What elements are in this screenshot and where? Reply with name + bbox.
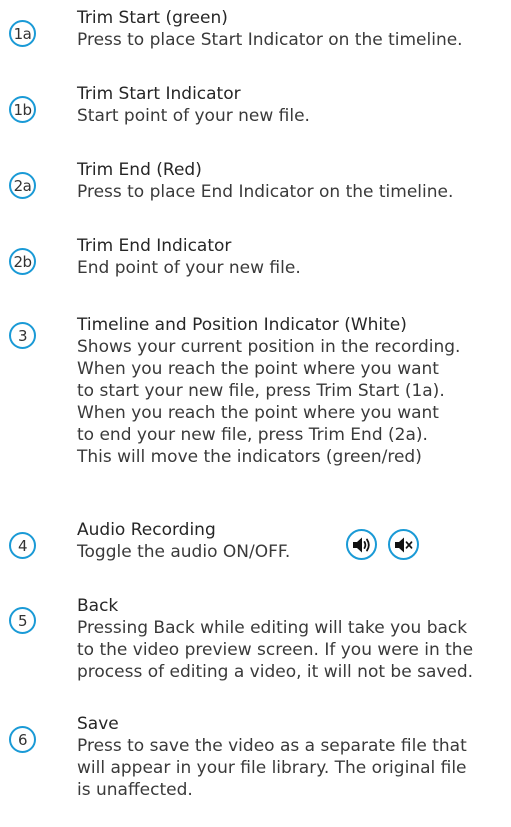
- legend-desc-line: Pressing Back while editing will take yo…: [77, 618, 468, 638]
- legend-title: Timeline and Position Indicator (White): [77, 315, 407, 335]
- legend-desc-line: is unaffected.: [77, 780, 193, 800]
- legend-desc-line: When you reach the point where you want: [77, 359, 439, 379]
- legend-desc-line: End point of your new file.: [77, 258, 301, 278]
- legend-text-4: Audio Recording Toggle the audio ON/OFF.: [77, 520, 290, 563]
- legend-desc-line: Start point of your new file.: [77, 106, 310, 126]
- legend-desc-line: Press to place End Indicator on the time…: [77, 182, 454, 202]
- legend-title: Trim End (Red): [77, 160, 202, 180]
- legend-title: Audio Recording: [77, 520, 216, 540]
- speaker-on-icon: [346, 529, 377, 560]
- legend-desc-line: Toggle the audio ON/OFF.: [77, 542, 291, 562]
- legend-desc-line: Shows your current position in the recor…: [77, 337, 461, 357]
- badge-6: 6: [9, 726, 36, 753]
- legend-desc-line: to start your new file, press Trim Start…: [77, 381, 445, 401]
- legend-text-3: Timeline and Position Indicator (White) …: [77, 315, 460, 468]
- legend-desc-line: to end your new file, press Trim End (2a…: [77, 425, 428, 445]
- legend-desc-line: Press to place Start Indicator on the ti…: [77, 30, 463, 50]
- legend-title: Save: [77, 714, 119, 734]
- legend-text-1b: Trim Start Indicator Start point of your…: [77, 84, 310, 127]
- legend-title: Trim Start Indicator: [77, 84, 241, 104]
- badge-3: 3: [9, 322, 36, 349]
- legend-text-6: Save Press to save the video as a separa…: [77, 714, 467, 801]
- legend-desc-line: Press to save the video as a separate fi…: [77, 736, 467, 756]
- badge-2b: 2b: [9, 248, 36, 275]
- legend-desc-line: process of editing a video, it will not …: [77, 662, 474, 682]
- legend-desc-line: This will move the indicators (green/red…: [77, 447, 422, 467]
- legend-text-2b: Trim End Indicator End point of your new…: [77, 236, 301, 279]
- badge-4: 4: [9, 532, 36, 559]
- badge-1a: 1a: [9, 20, 36, 47]
- legend-desc-line: to the video preview screen. If you were…: [77, 640, 474, 660]
- speaker-mute-icon: [388, 529, 419, 560]
- badge-1b: 1b: [9, 96, 36, 123]
- legend-title: Back: [77, 596, 119, 616]
- audio-icons: [346, 529, 419, 560]
- legend-desc-line: will appear in your file library. The or…: [77, 758, 467, 778]
- badge-2a: 2a: [9, 172, 36, 199]
- badge-5: 5: [9, 607, 36, 634]
- legend-title: Trim End Indicator: [77, 236, 232, 256]
- legend-text-2a: Trim End (Red) Press to place End Indica…: [77, 160, 453, 203]
- legend-text-5: Back Pressing Back while editing will ta…: [77, 596, 473, 683]
- legend-title: Trim Start (green): [77, 8, 228, 28]
- legend-text-1a: Trim Start (green) Press to place Start …: [77, 8, 463, 51]
- legend-desc-line: When you reach the point where you want: [77, 403, 439, 423]
